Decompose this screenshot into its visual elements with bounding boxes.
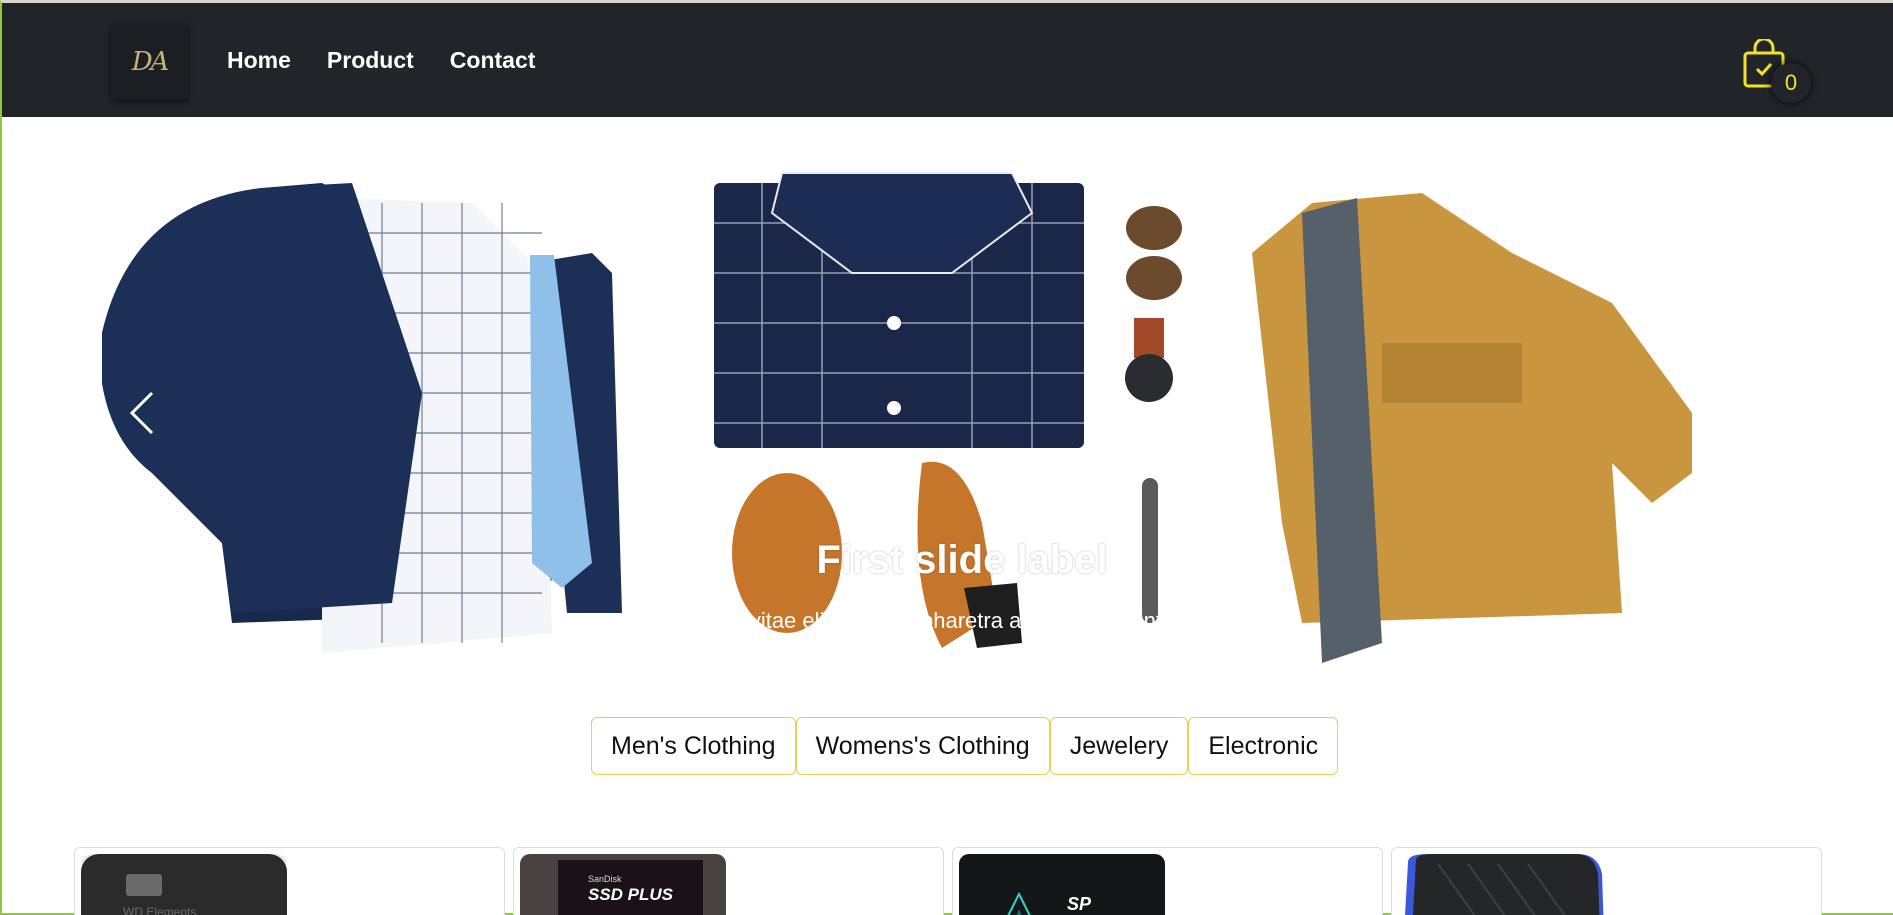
carousel-prev-button[interactable] — [112, 383, 172, 443]
product-image: SanDisk SSD PLUS — [520, 854, 726, 915]
navbar: DA Home Product Contact 0 — [2, 3, 1893, 117]
chevron-right-icon — [1758, 391, 1783, 435]
product-card[interactable]: SP — [952, 847, 1383, 915]
category-filter-group: Men's Clothing Womens's Clothing Jeweler… — [591, 717, 1339, 775]
chevron-left-icon — [129, 391, 154, 435]
category-jewelery-button[interactable]: Jewelery — [1049, 717, 1189, 775]
cart-button[interactable]: 0 — [1742, 37, 1811, 105]
carousel-caption-text: Nulla vitae elit libero, a pharetra augu… — [693, 608, 1231, 633]
product-label: SP — [1067, 894, 1092, 914]
product-label: SSD PLUS — [588, 885, 674, 904]
category-womens-clothing-button[interactable]: Womens's Clothing — [795, 717, 1050, 775]
carousel-next-button[interactable] — [1740, 383, 1800, 443]
product-image — [1398, 854, 1604, 915]
product-card[interactable]: WD Elements — [74, 847, 505, 915]
nav-link-product[interactable]: Product — [327, 47, 414, 74]
product-image: SP — [959, 854, 1165, 915]
category-mens-clothing-button[interactable]: Men's Clothing — [591, 717, 796, 775]
product-card[interactable]: SanDisk SSD PLUS — [513, 847, 944, 915]
carousel-caption-title: First slide label — [816, 538, 1108, 582]
hero-carousel: First slide label Nulla vitae elit liber… — [92, 143, 1832, 688]
nav-link-contact[interactable]: Contact — [450, 47, 536, 74]
logo-text: DA — [131, 46, 170, 77]
nav-link-home[interactable]: Home — [227, 47, 291, 74]
nav-links: Home Product Contact — [227, 3, 571, 117]
product-label: WD Elements — [123, 905, 196, 915]
product-grid: WD Elements SanDisk SSD PLUS SP — [74, 847, 1822, 915]
product-brand: SanDisk — [588, 874, 622, 884]
cart-count-badge: 0 — [1771, 63, 1811, 103]
brand-logo[interactable]: DA — [111, 23, 188, 100]
carousel-slide-image — [102, 172, 1692, 663]
product-image: WD Elements — [81, 854, 287, 915]
product-card[interactable] — [1391, 847, 1822, 915]
category-electronic-button[interactable]: Electronic — [1188, 717, 1339, 775]
